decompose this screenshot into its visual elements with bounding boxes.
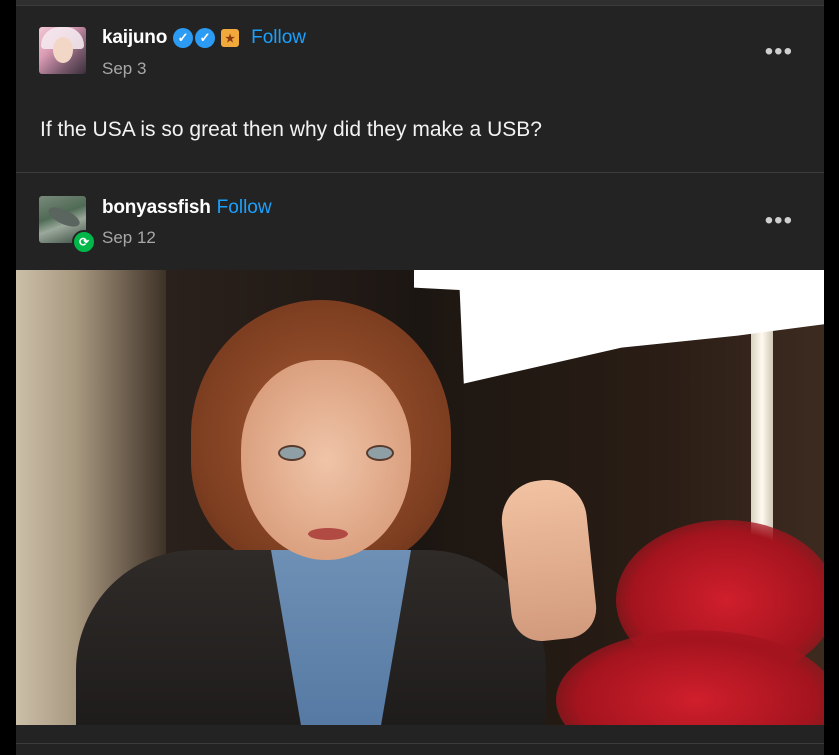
verified-check-icon: ✓: [173, 28, 194, 48]
avatar[interactable]: [39, 27, 86, 74]
person-eye: [278, 445, 306, 461]
follow-button[interactable]: Follow: [217, 197, 272, 219]
person-eye: [366, 445, 394, 461]
post-author-row: kaijuno ✓ ✓ ★ Follow: [102, 27, 306, 49]
person-hand: [497, 475, 600, 645]
post-card: kaijuno ✓ ✓ ★ Follow Sep 3 ••• If the US…: [16, 0, 824, 755]
more-options-icon[interactable]: •••: [765, 209, 793, 233]
blog-name[interactable]: bonyassfish: [102, 197, 211, 219]
card-bottom-divider: [16, 743, 824, 744]
reblog-icon: ⟳: [72, 230, 96, 254]
follow-button[interactable]: Follow: [251, 27, 306, 49]
reblog-divider: [16, 172, 824, 173]
gift-icon: ★: [221, 29, 240, 47]
avatar-face: [53, 37, 73, 63]
card-top-border: [16, 0, 824, 6]
candle: [751, 315, 773, 555]
blog-name[interactable]: kaijuno: [102, 27, 167, 49]
post-body-text: If the USA is so great then why did they…: [40, 118, 542, 141]
post-date[interactable]: Sep 3: [102, 59, 146, 79]
verified-check-icon: ✓: [195, 28, 216, 48]
person-mouth: [308, 528, 348, 540]
more-options-icon[interactable]: •••: [765, 40, 793, 64]
avatar-fish: [45, 203, 83, 231]
reblog-date[interactable]: Sep 12: [102, 228, 156, 248]
reblog-author-row: bonyassfish Follow: [102, 197, 272, 219]
post-image[interactable]: [16, 270, 824, 725]
